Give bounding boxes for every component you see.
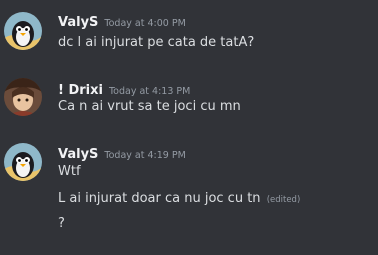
chat-message-list: ValyS Today at 4:00 PM dc l ai injurat pe… [0, 0, 378, 255]
timestamp[interactable]: Today at 4:19 PM [104, 150, 185, 161]
message-text: Ca n ai vrut sa te joci cu mn [58, 99, 241, 114]
timestamp[interactable]: Today at 4:13 PM [109, 86, 190, 97]
message-text: Wtf [58, 164, 81, 179]
anime-character-avatar-icon[interactable] [4, 78, 42, 116]
message-header: ! Drixi Today at 4:13 PM [58, 79, 190, 98]
message-header: ValyS Today at 4:19 PM [58, 143, 186, 162]
edited-label: (edited) [266, 195, 301, 205]
penguin-avatar-icon[interactable] [4, 12, 42, 50]
message-text: dc l ai injurat pe cata de tatA? [58, 35, 255, 50]
message-text-content: L ai injurat doar ca nu joc cu tn [58, 191, 261, 206]
penguin-avatar-icon[interactable] [4, 143, 42, 181]
username[interactable]: ! Drixi [58, 83, 103, 98]
username[interactable]: ValyS [58, 147, 98, 162]
timestamp[interactable]: Today at 4:00 PM [104, 18, 185, 29]
message-text: ? [58, 216, 65, 231]
username[interactable]: ValyS [58, 15, 98, 30]
message-header: ValyS Today at 4:00 PM [58, 11, 186, 30]
message-text: L ai injurat doar ca nu joc cu tn (edite… [58, 191, 300, 206]
